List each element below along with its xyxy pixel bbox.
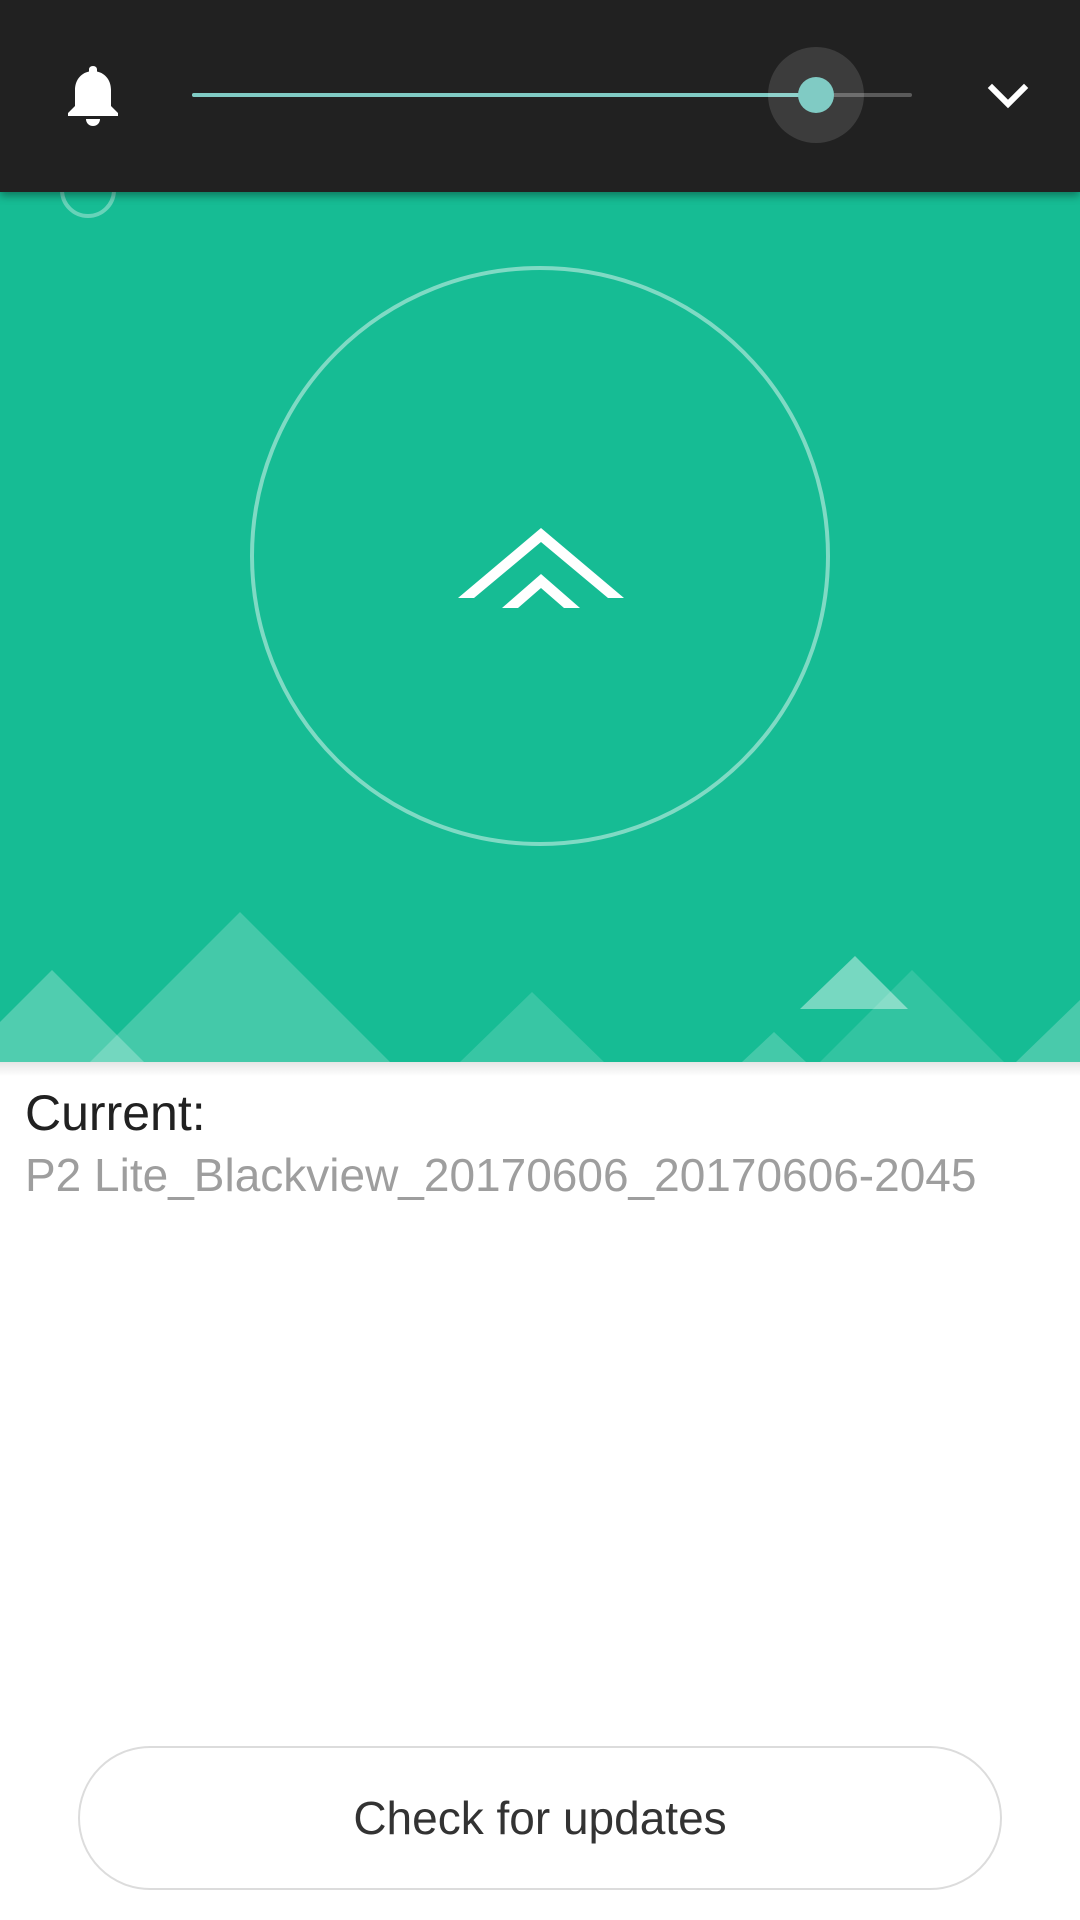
check-for-updates-button[interactable]: Check for updates [78, 1746, 1002, 1890]
hero-shadow [0, 1062, 1080, 1076]
update-hero [0, 192, 1080, 1062]
volume-panel [0, 0, 1080, 192]
volume-slider-thumb[interactable] [797, 77, 834, 113]
volume-slider-fill [192, 93, 816, 97]
current-version-value: P2 Lite_Blackview_20170606_20170606-2045 [25, 1149, 977, 1201]
chevron-down-icon[interactable] [980, 76, 1036, 120]
double-chevron-up-icon [458, 528, 624, 608]
volume-slider[interactable] [192, 47, 912, 143]
current-version-label: Current: [25, 1085, 206, 1141]
bell-icon[interactable] [64, 62, 122, 128]
